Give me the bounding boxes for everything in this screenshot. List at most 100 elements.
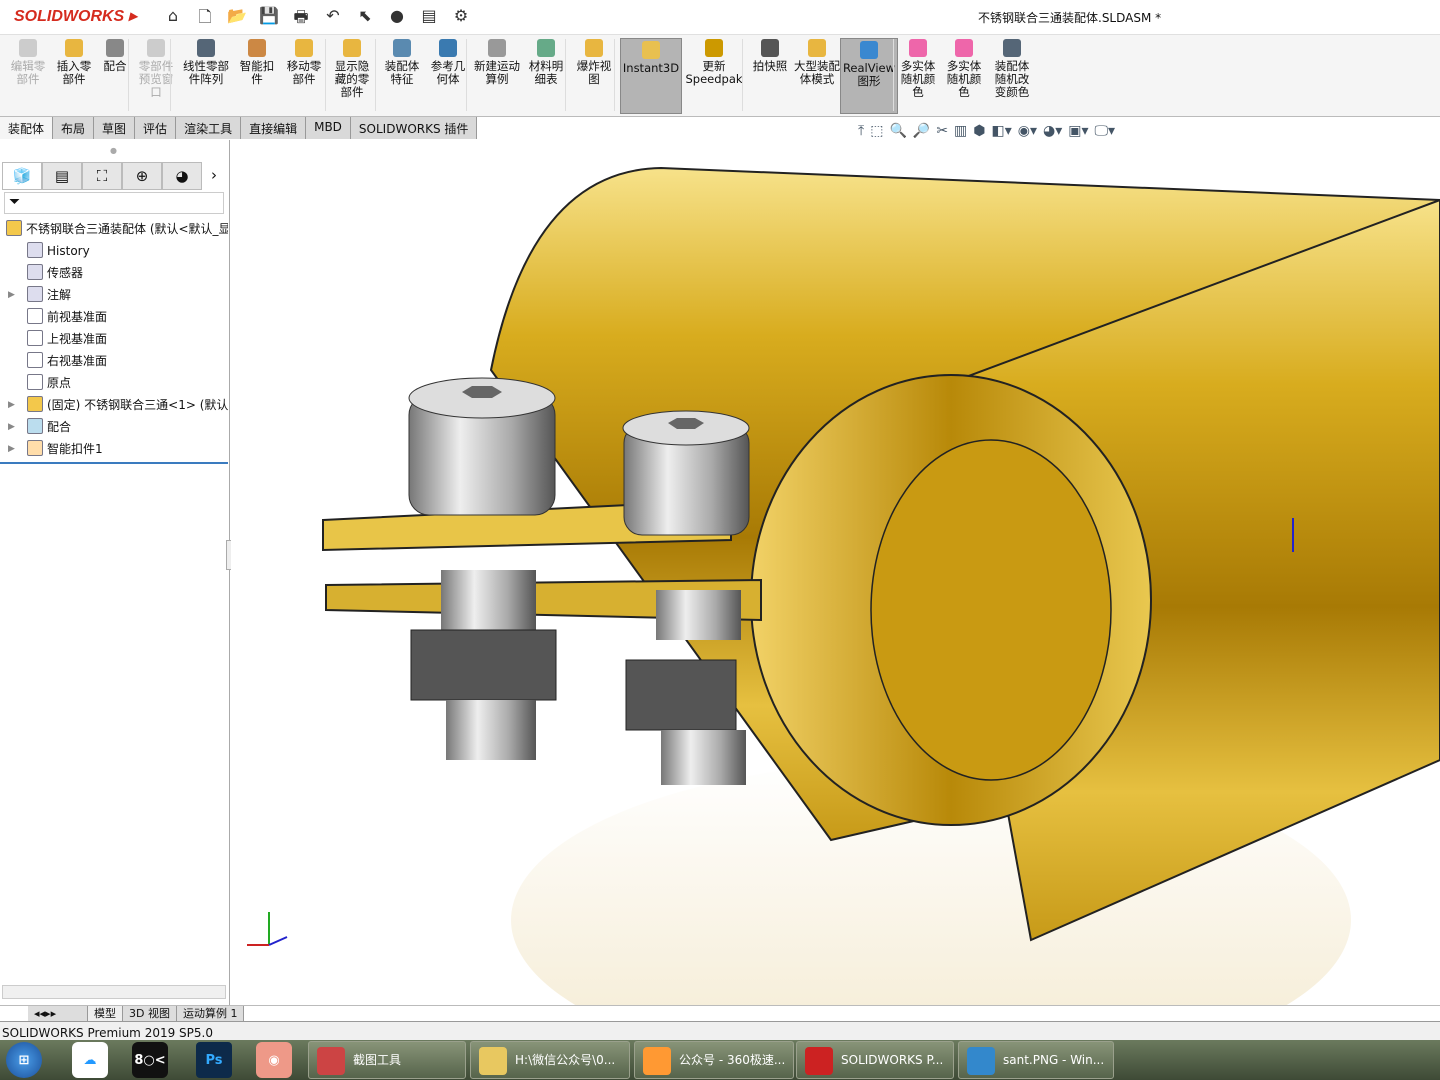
configuration-manager-tab[interactable]: ⛶ <box>82 162 122 190</box>
tab-5[interactable]: 直接编辑 <box>241 117 307 139</box>
command-button[interactable]: 爆炸视图 <box>572 39 616 86</box>
tree-item[interactable]: ▶ (固定) 不锈钢联合三通<1> (默认 <box>0 394 228 416</box>
tree-item-icon <box>27 242 43 258</box>
command-button[interactable]: 插入零部件 <box>52 39 96 86</box>
command-button[interactable]: 多实体随机颜色 <box>942 39 986 99</box>
start-button[interactable]: ⊞ <box>6 1042 42 1078</box>
undo-icon[interactable]: ↶ <box>320 6 346 33</box>
expand-arrow-icon[interactable]: ▶ <box>8 284 15 306</box>
file-properties-icon[interactable]: ▤ <box>416 6 442 33</box>
app-8ok-icon[interactable]: 8○< <box>132 1042 168 1078</box>
zoom-to-fit-icon[interactable]: 🔍 <box>889 123 906 139</box>
separator <box>128 39 129 111</box>
save-icon[interactable]: 💾 <box>256 6 282 33</box>
more-tabs-chevron-icon[interactable]: › <box>202 162 226 190</box>
splitter-handle[interactable]: ● <box>110 146 117 155</box>
separator <box>170 39 171 111</box>
hide-show-icon[interactable]: ◉▾ <box>1018 123 1037 139</box>
previous-view-icon[interactable]: ⤒ <box>858 123 864 139</box>
options-icon[interactable]: ⚙ <box>448 6 474 33</box>
tree-item[interactable]: 上视基准面 <box>0 328 228 350</box>
view-orientation-icon[interactable]: ⬢ <box>973 123 985 139</box>
tree-item[interactable]: 原点 <box>0 372 228 394</box>
command-button[interactable]: 装配体特征 <box>380 39 424 86</box>
property-manager-tab[interactable]: ▤ <box>42 162 82 190</box>
app-icon[interactable]: ◉ <box>256 1042 292 1078</box>
bottom-tab-2[interactable]: 运动算例 1 <box>176 1006 245 1021</box>
command-button[interactable]: Instant3D <box>620 38 682 114</box>
expand-arrow-icon[interactable]: ▶ <box>8 438 15 460</box>
command-icon <box>1003 39 1021 57</box>
horizontal-scrollbar[interactable] <box>2 985 226 999</box>
tree-item[interactable]: 右视基准面 <box>0 350 228 372</box>
tree-filter[interactable]: ⏷ <box>4 192 224 214</box>
command-button[interactable]: 大型装配体模式 <box>794 39 840 86</box>
command-icon <box>65 39 83 57</box>
command-button[interactable]: 参考几何体 <box>426 39 470 86</box>
tab-scroll-arrows[interactable]: ◂◂▸▸ <box>28 1006 88 1021</box>
tab-3[interactable]: 评估 <box>135 117 177 139</box>
expand-arrow-icon[interactable]: ▶ <box>8 394 15 416</box>
command-button[interactable]: 显示隐藏的零部件 <box>330 39 374 99</box>
dynamic-annotation-icon[interactable]: ▥ <box>954 123 967 139</box>
feature-manager-tab[interactable]: 🧊 <box>2 162 42 190</box>
tab-2[interactable]: 草图 <box>94 117 136 139</box>
command-button[interactable]: 拍快照 <box>748 39 792 73</box>
taskbar-window-button[interactable]: sant.PNG - Win... <box>958 1041 1114 1079</box>
display-style-icon[interactable]: ◧▾ <box>992 123 1012 139</box>
tree-rollback-bar[interactable] <box>0 462 228 464</box>
tree-root-assembly[interactable]: 不锈钢联合三通装配体 (默认<默认_显 <box>0 218 228 240</box>
separator <box>375 39 376 111</box>
command-button[interactable]: RealView图形 <box>840 38 898 114</box>
dimxpert-tab[interactable]: ⊕ <box>122 162 162 190</box>
taskbar-window-button[interactable]: 公众号 - 360极速... <box>634 1041 794 1079</box>
tree-item[interactable]: ▶ 智能扣件1 <box>0 438 228 460</box>
command-button[interactable]: 多实体随机颜色 <box>896 39 940 99</box>
zoom-selection-icon[interactable]: 🔎 <box>913 123 930 139</box>
section-view-icon[interactable]: ✂ <box>936 123 948 139</box>
separator <box>742 39 743 111</box>
command-button[interactable]: 零部件预览窗口 <box>134 39 178 99</box>
bottom-tab-1[interactable]: 3D 视图 <box>123 1006 177 1021</box>
tree-item[interactable]: History <box>0 240 228 262</box>
tree-item[interactable]: ▶ 配合 <box>0 416 228 438</box>
bottom-tab-0[interactable]: 模型 <box>88 1006 123 1021</box>
rebuild-icon[interactable]: ● <box>384 6 410 33</box>
tab-6[interactable]: MBD <box>306 117 351 139</box>
tree-item[interactable]: ▶ 注解 <box>0 284 228 306</box>
appearance-icon[interactable]: ◕▾ <box>1043 123 1062 139</box>
print-icon[interactable]: 🖶 <box>288 6 314 33</box>
command-button[interactable]: 移动零部件 <box>282 39 326 86</box>
open-icon[interactable]: 📂 <box>224 6 250 33</box>
tab-1[interactable]: 布局 <box>53 117 95 139</box>
tree-item[interactable]: 传感器 <box>0 262 228 284</box>
expand-arrow-icon[interactable]: ▶ <box>8 416 15 438</box>
tab-7[interactable]: SOLIDWORKS 插件 <box>350 117 478 139</box>
command-button[interactable]: 更新Speedpak <box>684 39 744 86</box>
taskbar-window-button[interactable]: 截图工具 <box>308 1041 466 1079</box>
solidworks-logo[interactable]: SOLIDWORKS ▸ <box>14 6 137 26</box>
command-button[interactable]: 材料明细表 <box>524 39 568 86</box>
zoom-to-area-icon[interactable]: ⬚ <box>870 123 883 139</box>
command-button[interactable]: 智能扣件 <box>236 39 278 86</box>
tree-item-label: (固定) 不锈钢联合三通<1> (默认 <box>47 398 228 412</box>
scene-icon[interactable]: ▣▾ <box>1068 123 1088 139</box>
select-icon[interactable]: ⬉ <box>352 6 378 33</box>
command-button[interactable]: 配合 <box>98 39 132 73</box>
command-button[interactable]: 装配体随机改变颜色 <box>990 39 1034 99</box>
graphics-area[interactable] <box>231 140 1440 1006</box>
taskbar-window-button[interactable]: SOLIDWORKS P... <box>796 1041 954 1079</box>
display-manager-tab[interactable]: ◕ <box>162 162 202 190</box>
view-settings-icon[interactable]: 🖵▾ <box>1095 123 1116 139</box>
command-button[interactable]: 新建运动算例 <box>474 39 520 86</box>
baidu-netdisk-icon[interactable]: ☁ <box>72 1042 108 1078</box>
new-icon[interactable]: 🗋 <box>192 6 218 33</box>
tree-item[interactable]: 前视基准面 <box>0 306 228 328</box>
home-icon[interactable]: ⌂ <box>160 6 186 33</box>
tab-0[interactable]: 装配体 <box>0 117 54 139</box>
command-button[interactable]: 线性零部件阵列 <box>178 39 234 86</box>
tab-4[interactable]: 渲染工具 <box>176 117 242 139</box>
photoshop-icon[interactable]: Ps <box>196 1042 232 1078</box>
command-button[interactable]: 编辑零部件 <box>6 39 50 86</box>
taskbar-window-button[interactable]: H:\微信公众号\0... <box>470 1041 630 1079</box>
